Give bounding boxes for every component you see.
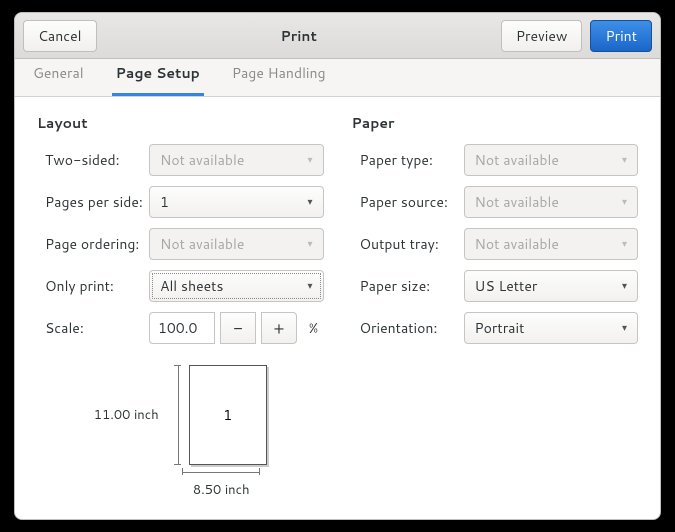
paper-size-combo[interactable]: US Letter ▾ (464, 270, 639, 302)
chevron-down-icon: ▾ (307, 279, 312, 293)
chevron-down-icon: ▾ (307, 153, 312, 167)
pages-per-side-label: Pages per side: (37, 192, 149, 212)
two-sided-value: Not available (160, 150, 244, 170)
page-thumbnail: 1 (189, 365, 267, 465)
chevron-down-icon: ▾ (622, 237, 627, 251)
pages-per-side-combo[interactable]: 1 ▾ (149, 186, 324, 218)
paper-source-value: Not available (475, 192, 559, 212)
page-height-label: 11.00 inch (94, 406, 159, 424)
paper-type-value: Not available (475, 150, 559, 170)
preview-button[interactable]: Preview (501, 20, 583, 52)
page-preview: 11.00 inch 1 8.50 inch (37, 365, 324, 499)
orientation-value: Portrait (475, 318, 525, 338)
layout-column: Layout Two-sided: Not available ▾ Pages … (37, 113, 324, 503)
chevron-down-icon: ▾ (307, 237, 312, 251)
two-sided-combo: Not available ▾ (149, 144, 324, 176)
only-print-combo[interactable]: All sheets ▾ (149, 270, 324, 302)
tab-general[interactable]: General (29, 63, 88, 96)
page-setup-panel: Layout Two-sided: Not available ▾ Pages … (15, 97, 660, 519)
scale-increment-button[interactable]: + (261, 312, 297, 344)
paper-source-label: Paper source: (352, 192, 464, 212)
chevron-down-icon: ▾ (622, 153, 627, 167)
page-number: 1 (223, 405, 232, 425)
paper-type-combo: Not available ▾ (464, 144, 639, 176)
tab-bar: General Page Setup Page Handling (15, 59, 660, 97)
print-dialog: Cancel Print Preview Print General Page … (14, 12, 661, 520)
scale-suffix: % (309, 318, 318, 338)
width-measure (182, 467, 260, 473)
print-button[interactable]: Print (590, 20, 652, 52)
chevron-down-icon: ▾ (622, 279, 627, 293)
paper-source-combo: Not available ▾ (464, 186, 639, 218)
cancel-button[interactable]: Cancel (23, 20, 97, 52)
paper-heading: Paper (352, 113, 639, 133)
scale-label: Scale: (37, 318, 149, 338)
page-ordering-label: Page ordering: (37, 234, 149, 254)
tab-page-handling[interactable]: Page Handling (228, 63, 330, 96)
paper-column: Paper Paper type: Not available ▾ Paper … (352, 113, 639, 503)
paper-type-label: Paper type: (352, 150, 464, 170)
layout-heading: Layout (37, 113, 324, 133)
orientation-label: Orientation: (352, 318, 464, 338)
scale-input[interactable] (149, 312, 215, 344)
page-width-label: 8.50 inch (193, 481, 250, 499)
page-ordering-value: Not available (160, 234, 244, 254)
chevron-down-icon: ▾ (307, 195, 312, 209)
chevron-down-icon: ▾ (622, 195, 627, 209)
output-tray-value: Not available (475, 234, 559, 254)
dialog-title: Print (105, 26, 493, 46)
two-sided-label: Two-sided: (37, 150, 149, 170)
scale-spinner: − + % (149, 312, 324, 344)
chevron-down-icon: ▾ (622, 321, 627, 335)
scale-decrement-button[interactable]: − (220, 312, 256, 344)
page-ordering-combo: Not available ▾ (149, 228, 324, 260)
tab-page-setup[interactable]: Page Setup (112, 63, 204, 96)
height-measure (173, 365, 179, 465)
paper-size-value: US Letter (475, 276, 538, 296)
only-print-value: All sheets (160, 276, 223, 296)
titlebar: Cancel Print Preview Print (15, 13, 660, 59)
paper-size-label: Paper size: (352, 276, 464, 296)
orientation-combo[interactable]: Portrait ▾ (464, 312, 639, 344)
only-print-label: Only print: (37, 276, 149, 296)
output-tray-combo: Not available ▾ (464, 228, 639, 260)
output-tray-label: Output tray: (352, 234, 464, 254)
pages-per-side-value: 1 (160, 192, 169, 212)
